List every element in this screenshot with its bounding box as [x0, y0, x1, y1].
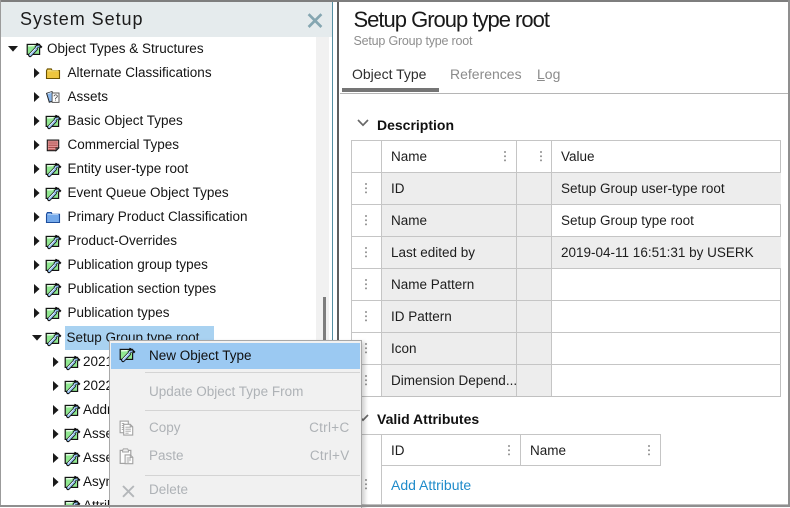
svg-text:?: ? — [53, 92, 58, 102]
